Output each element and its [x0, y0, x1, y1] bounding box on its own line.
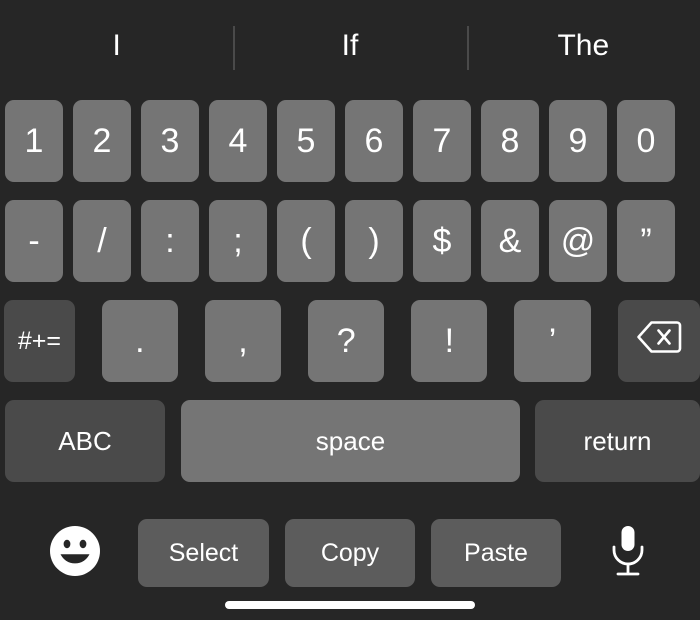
suggestion-item-2[interactable]: If — [233, 0, 466, 92]
microphone-icon — [607, 523, 649, 584]
key-label: 3 — [160, 121, 180, 160]
key-6[interactable]: 6 — [345, 100, 403, 182]
key-left-paren[interactable]: ( — [277, 200, 335, 282]
copy-button[interactable]: Copy — [285, 519, 415, 587]
key-label: ; — [233, 221, 243, 260]
key-label: return — [583, 425, 652, 456]
key-label: @ — [560, 221, 596, 260]
key-symbol-shift[interactable]: #+= — [4, 300, 75, 382]
suggestion-label: The — [557, 29, 610, 62]
button-label: Copy — [320, 538, 380, 567]
key-label: : — [165, 221, 175, 260]
emoji-keyboard-button[interactable] — [47, 525, 103, 581]
key-double-quote[interactable]: ” — [617, 200, 675, 282]
key-dollar[interactable]: $ — [413, 200, 471, 282]
key-label: 0 — [636, 121, 656, 160]
key-label: ( — [300, 221, 312, 260]
select-button[interactable]: Select — [138, 519, 269, 587]
editing-toolbar: Select Copy Paste — [0, 505, 700, 601]
number-key-row: 1 2 3 4 5 6 7 8 9 0 — [0, 100, 700, 182]
key-label: ? — [336, 321, 356, 360]
key-3[interactable]: 3 — [141, 100, 199, 182]
key-label: 6 — [364, 121, 384, 160]
smiley-face-icon — [48, 524, 102, 583]
key-label: ! — [444, 321, 455, 360]
key-label: $ — [432, 221, 452, 260]
punctuation-key-row: #+= . , ? ! ’ — [0, 300, 700, 382]
key-label: 1 — [24, 121, 44, 160]
paste-button[interactable]: Paste — [431, 519, 561, 587]
key-at-sign[interactable]: @ — [549, 200, 607, 282]
key-abc[interactable]: ABC — [5, 400, 165, 482]
key-label: 2 — [92, 121, 112, 160]
key-label: ” — [640, 221, 652, 260]
key-label: ABC — [58, 425, 112, 456]
symbol-key-row: - / : ; ( ) $ & @ ” — [0, 200, 700, 282]
button-label: Select — [168, 538, 239, 567]
key-label: 7 — [432, 121, 452, 160]
key-hyphen[interactable]: - — [5, 200, 63, 282]
key-comma[interactable]: , — [204, 300, 282, 382]
key-7[interactable]: 7 — [413, 100, 471, 182]
key-question-mark[interactable]: ? — [308, 300, 385, 382]
suggestion-label: If — [341, 29, 359, 62]
key-label: / — [97, 221, 107, 260]
key-2[interactable]: 2 — [73, 100, 131, 182]
suggestion-item-3[interactable]: The — [466, 0, 700, 92]
key-ampersand[interactable]: & — [481, 200, 539, 282]
key-return[interactable]: return — [535, 400, 700, 482]
key-8[interactable]: 8 — [481, 100, 539, 182]
key-label: 5 — [296, 121, 316, 160]
key-label: 8 — [500, 121, 520, 160]
home-indicator[interactable] — [225, 601, 475, 609]
button-label: Paste — [464, 538, 528, 567]
key-label: #+= — [17, 326, 61, 355]
key-5[interactable]: 5 — [277, 100, 335, 182]
ios-symbol-keyboard: I If The 1 2 3 4 5 6 7 8 9 0 - / : ; ( )… — [0, 0, 700, 620]
backspace-icon — [636, 320, 682, 363]
key-label: - — [28, 221, 40, 260]
key-4[interactable]: 4 — [209, 100, 267, 182]
key-label: 9 — [568, 121, 588, 160]
key-label: , — [238, 321, 248, 360]
suggestion-item-1[interactable]: I — [0, 0, 233, 92]
key-label: 4 — [228, 121, 248, 160]
key-period[interactable]: . — [101, 300, 178, 382]
suggestion-label: I — [112, 29, 121, 62]
key-label: ’ — [548, 321, 557, 360]
key-space[interactable]: space — [181, 400, 520, 482]
key-slash[interactable]: / — [73, 200, 131, 282]
key-1[interactable]: 1 — [5, 100, 63, 182]
dictation-button[interactable] — [606, 525, 650, 581]
key-9[interactable]: 9 — [549, 100, 607, 182]
function-key-row: ABC space return — [0, 400, 700, 482]
key-label: . — [135, 321, 145, 360]
key-colon[interactable]: : — [141, 200, 199, 282]
key-label: & — [498, 221, 522, 260]
key-semicolon[interactable]: ; — [209, 200, 267, 282]
key-apostrophe[interactable]: ’ — [514, 300, 591, 382]
key-0[interactable]: 0 — [617, 100, 675, 182]
key-exclamation-mark[interactable]: ! — [411, 300, 488, 382]
key-label: ) — [368, 221, 380, 260]
key-label: space — [315, 425, 386, 456]
key-backspace[interactable] — [617, 300, 700, 382]
key-right-paren[interactable]: ) — [345, 200, 403, 282]
predictive-text-bar: I If The — [0, 0, 700, 92]
